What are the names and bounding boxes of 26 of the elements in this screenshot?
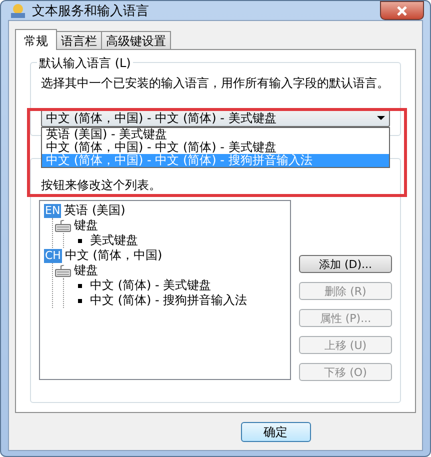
- bullet-icon: [78, 284, 82, 288]
- tree-item[interactable]: 美式键盘: [90, 232, 138, 249]
- description-text: 按钮来修改这个列表。: [41, 177, 162, 194]
- description-text: 选择其中一个已安装的输入语言，用作所有输入字段的默认语言。: [41, 75, 390, 92]
- language-badge: CH: [44, 248, 62, 262]
- tab[interactable]: 语言栏: [56, 31, 102, 49]
- bullet-icon: [78, 238, 82, 242]
- window-title: 文本服务和输入语言: [32, 2, 150, 20]
- ok-button[interactable]: 确定: [240, 422, 310, 442]
- action-button[interactable]: 添加 (D)...: [299, 255, 392, 273]
- tree-item[interactable]: 英语 (美国): [64, 202, 126, 219]
- tree-item[interactable]: 中文 (简体) - 搜狗拼音输入法: [90, 292, 248, 309]
- close-icon: [396, 6, 408, 16]
- dropdown-option[interactable]: 中文 (简体，中国) - 中文 (简体) - 美式键盘: [42, 141, 389, 154]
- tree-item[interactable]: 键盘: [74, 262, 98, 279]
- tree-item[interactable]: 中文 (简体) - 美式键盘: [90, 277, 212, 294]
- tab[interactable]: 常规: [15, 29, 57, 50]
- close-button[interactable]: [380, 1, 424, 20]
- tree-item[interactable]: 中文 (简体，中国): [64, 247, 162, 264]
- tree-item[interactable]: 键盘: [74, 217, 98, 234]
- caret-icon: [377, 116, 385, 120]
- dropdown-option[interactable]: 英语 (美国) - 美式键盘: [42, 128, 389, 141]
- group-label: 默认输入语言 (L): [37, 55, 133, 72]
- tab[interactable]: 高级键设置: [101, 31, 171, 49]
- bullet-icon: [78, 298, 82, 302]
- language-badge: EN: [44, 204, 62, 218]
